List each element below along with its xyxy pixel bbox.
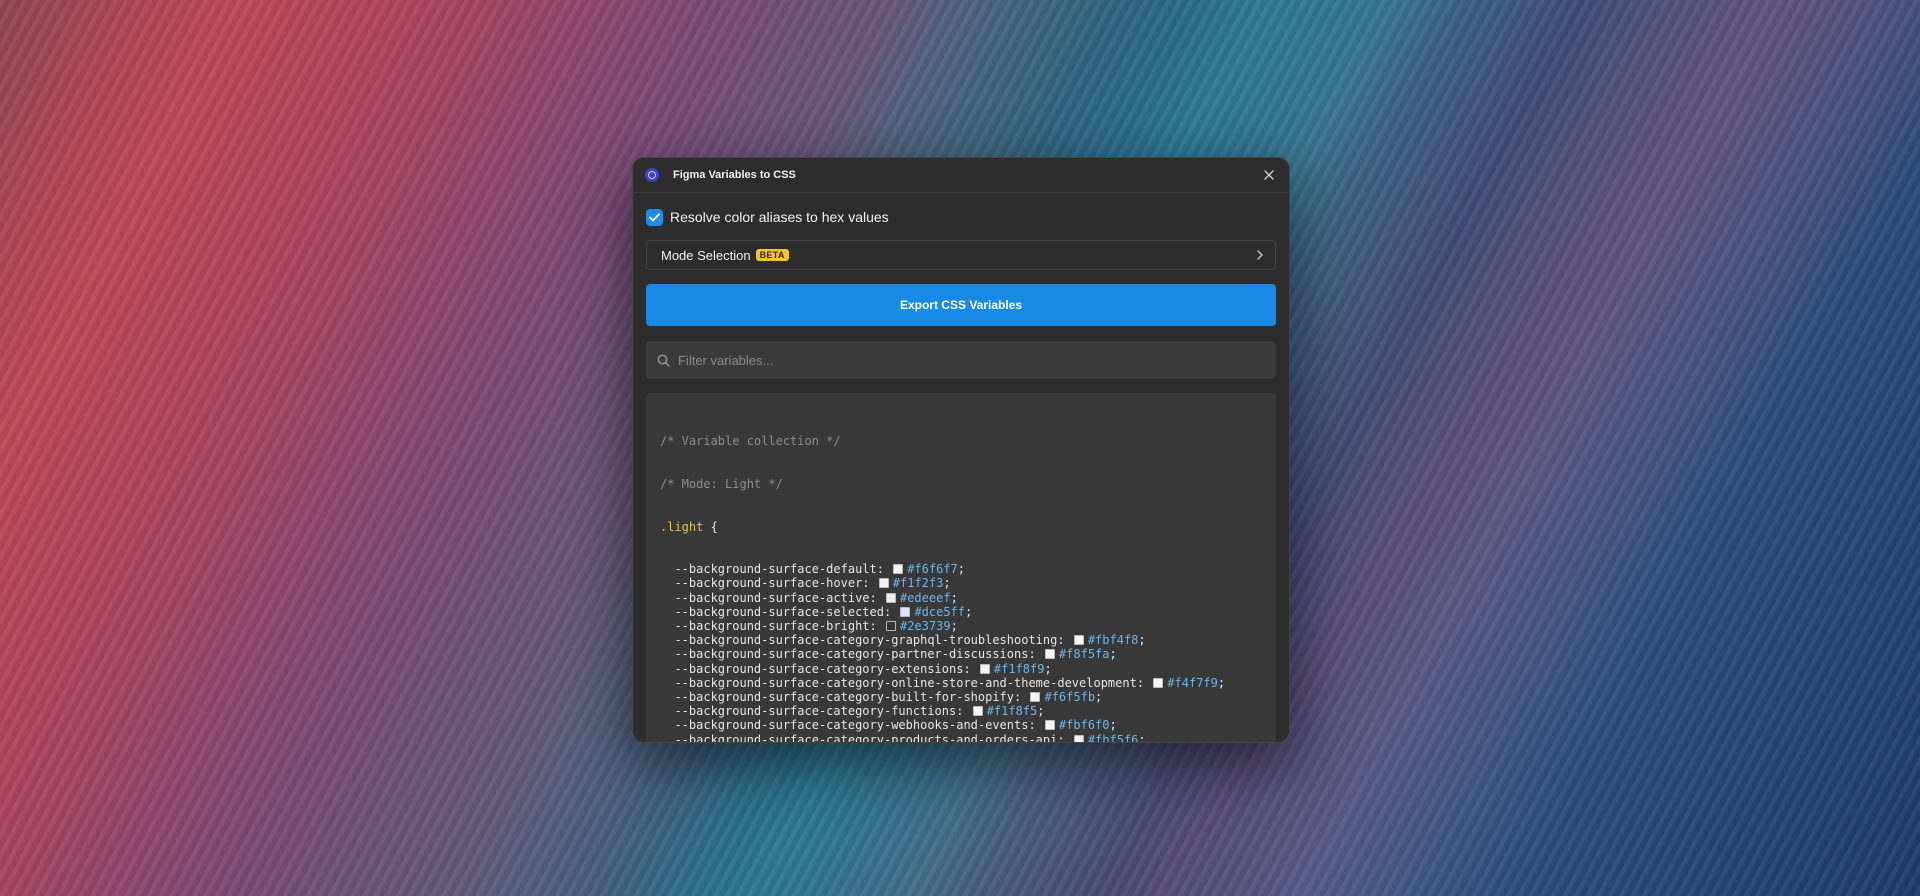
- color-swatch: [1030, 692, 1041, 703]
- color-swatch: [1044, 649, 1055, 660]
- color-swatch: [900, 606, 911, 617]
- chevron-right-icon: [1257, 250, 1263, 260]
- color-swatch: [1044, 720, 1055, 731]
- variable-value: #edeeef: [899, 590, 951, 605]
- code-variable-line: --background-surface-category-functions:…: [674, 704, 1045, 719]
- close-icon: [1264, 170, 1274, 180]
- resolve-aliases-option[interactable]: Resolve color aliases to hex values: [646, 207, 1276, 227]
- variable-name: --background-surface-category-webhooks-a…: [674, 718, 1036, 733]
- code-variable-list: --background-surface-default: #f6f6f7; -…: [660, 562, 1262, 743]
- color-swatch: [1073, 635, 1084, 646]
- color-swatch: [972, 706, 983, 717]
- variable-value: #fbf4f8: [1087, 633, 1139, 648]
- variable-value: #2e3739: [899, 619, 951, 634]
- variable-name: --background-surface-bright:: [674, 619, 877, 634]
- code-open-brace: {: [710, 519, 718, 534]
- variable-value: #fbf6f0: [1058, 718, 1110, 733]
- filter-variables-input[interactable]: [676, 351, 1265, 369]
- variable-value: #f6f5fb: [1044, 690, 1096, 705]
- color-swatch: [1073, 734, 1084, 742]
- code-variable-line: --background-surface-default: #f6f6f7;: [674, 562, 966, 577]
- code-variable-line: --background-surface-hover: #f1f2f3;: [674, 576, 951, 591]
- color-swatch: [1153, 677, 1164, 688]
- search-icon: [657, 354, 670, 367]
- plugin-window: Figma Variables to CSS Resolve color ali…: [632, 157, 1290, 743]
- color-swatch: [979, 663, 990, 674]
- color-swatch: [885, 592, 896, 603]
- variable-name: --background-surface-category-built-for-…: [674, 690, 1022, 705]
- variable-value: #f1f8f9: [993, 661, 1045, 676]
- variable-name: --background-surface-default:: [674, 562, 884, 577]
- code-variable-line: --background-surface-category-graphql-tr…: [674, 633, 1146, 648]
- window-title: Figma Variables to CSS: [673, 169, 796, 181]
- code-variable-line: --background-surface-category-extensions…: [674, 661, 1052, 676]
- export-css-variables-button[interactable]: Export CSS Variables: [646, 284, 1276, 326]
- variable-name: --background-surface-hover:: [674, 576, 870, 591]
- variable-value: #f1f8f5: [986, 704, 1038, 719]
- code-variable-line: --background-surface-category-partner-di…: [674, 647, 1117, 662]
- code-variable-line: --background-surface-category-products-a…: [660, 732, 1262, 743]
- mode-selection-row[interactable]: Mode Selection BETA: [646, 240, 1276, 270]
- plugin-logo-icon: [645, 168, 659, 182]
- variable-value: #f1f2f3: [892, 576, 944, 591]
- variable-name: --background-surface-category-products-a…: [674, 732, 1065, 743]
- variable-name: --background-surface-active:: [674, 590, 877, 605]
- close-button[interactable]: [1259, 165, 1279, 185]
- color-swatch: [893, 564, 904, 575]
- resolve-aliases-checkbox[interactable]: [646, 208, 663, 226]
- code-variable-line: --background-surface-bright: #2e3739;: [674, 619, 958, 634]
- code-variable-line: --background-surface-category-webhooks-a…: [674, 718, 1117, 733]
- checkmark-icon: [649, 212, 660, 221]
- variable-name: --background-surface-selected:: [674, 604, 892, 619]
- code-variable-line: --background-surface-selected: #dce5ff;: [674, 604, 973, 619]
- variable-value: #f8f5fa: [1058, 647, 1110, 662]
- variable-name: --background-surface-category-partner-di…: [674, 647, 1036, 662]
- code-variable-line: --background-surface-category-online-sto…: [674, 675, 1226, 690]
- code-variable-line: --background-surface-category-built-for-…: [674, 690, 1103, 705]
- beta-badge: BETA: [755, 249, 789, 261]
- color-swatch: [885, 621, 896, 632]
- title-bar: Figma Variables to CSS: [633, 158, 1289, 193]
- variable-name: --background-surface-category-extensions…: [674, 661, 971, 676]
- variable-value: #fbf5f6: [1087, 732, 1139, 743]
- filter-variables-search[interactable]: [646, 341, 1276, 379]
- code-selector: .light: [660, 519, 704, 534]
- variable-value: #f4f7f9: [1167, 675, 1218, 690]
- variable-name: --background-surface-category-graphql-tr…: [674, 633, 1065, 648]
- mode-selection-label: Mode Selection: [661, 247, 751, 263]
- code-comment-mode: /* Mode: Light */: [660, 477, 783, 492]
- variable-name: --background-surface-category-functions:: [674, 704, 964, 719]
- resolve-aliases-label: Resolve color aliases to hex values: [670, 209, 889, 225]
- css-output-code-block[interactable]: /* Variable collection */ /* Mode: Light…: [646, 393, 1276, 743]
- variable-name: --background-surface-category-online-sto…: [674, 675, 1145, 690]
- code-comment-collection: /* Variable collection */: [660, 434, 841, 449]
- color-swatch: [878, 578, 889, 589]
- code-variable-line: --background-surface-active: #edeeef;: [674, 590, 958, 605]
- variable-value: #f6f6f7: [907, 562, 958, 577]
- variable-value: #dce5ff: [914, 604, 966, 619]
